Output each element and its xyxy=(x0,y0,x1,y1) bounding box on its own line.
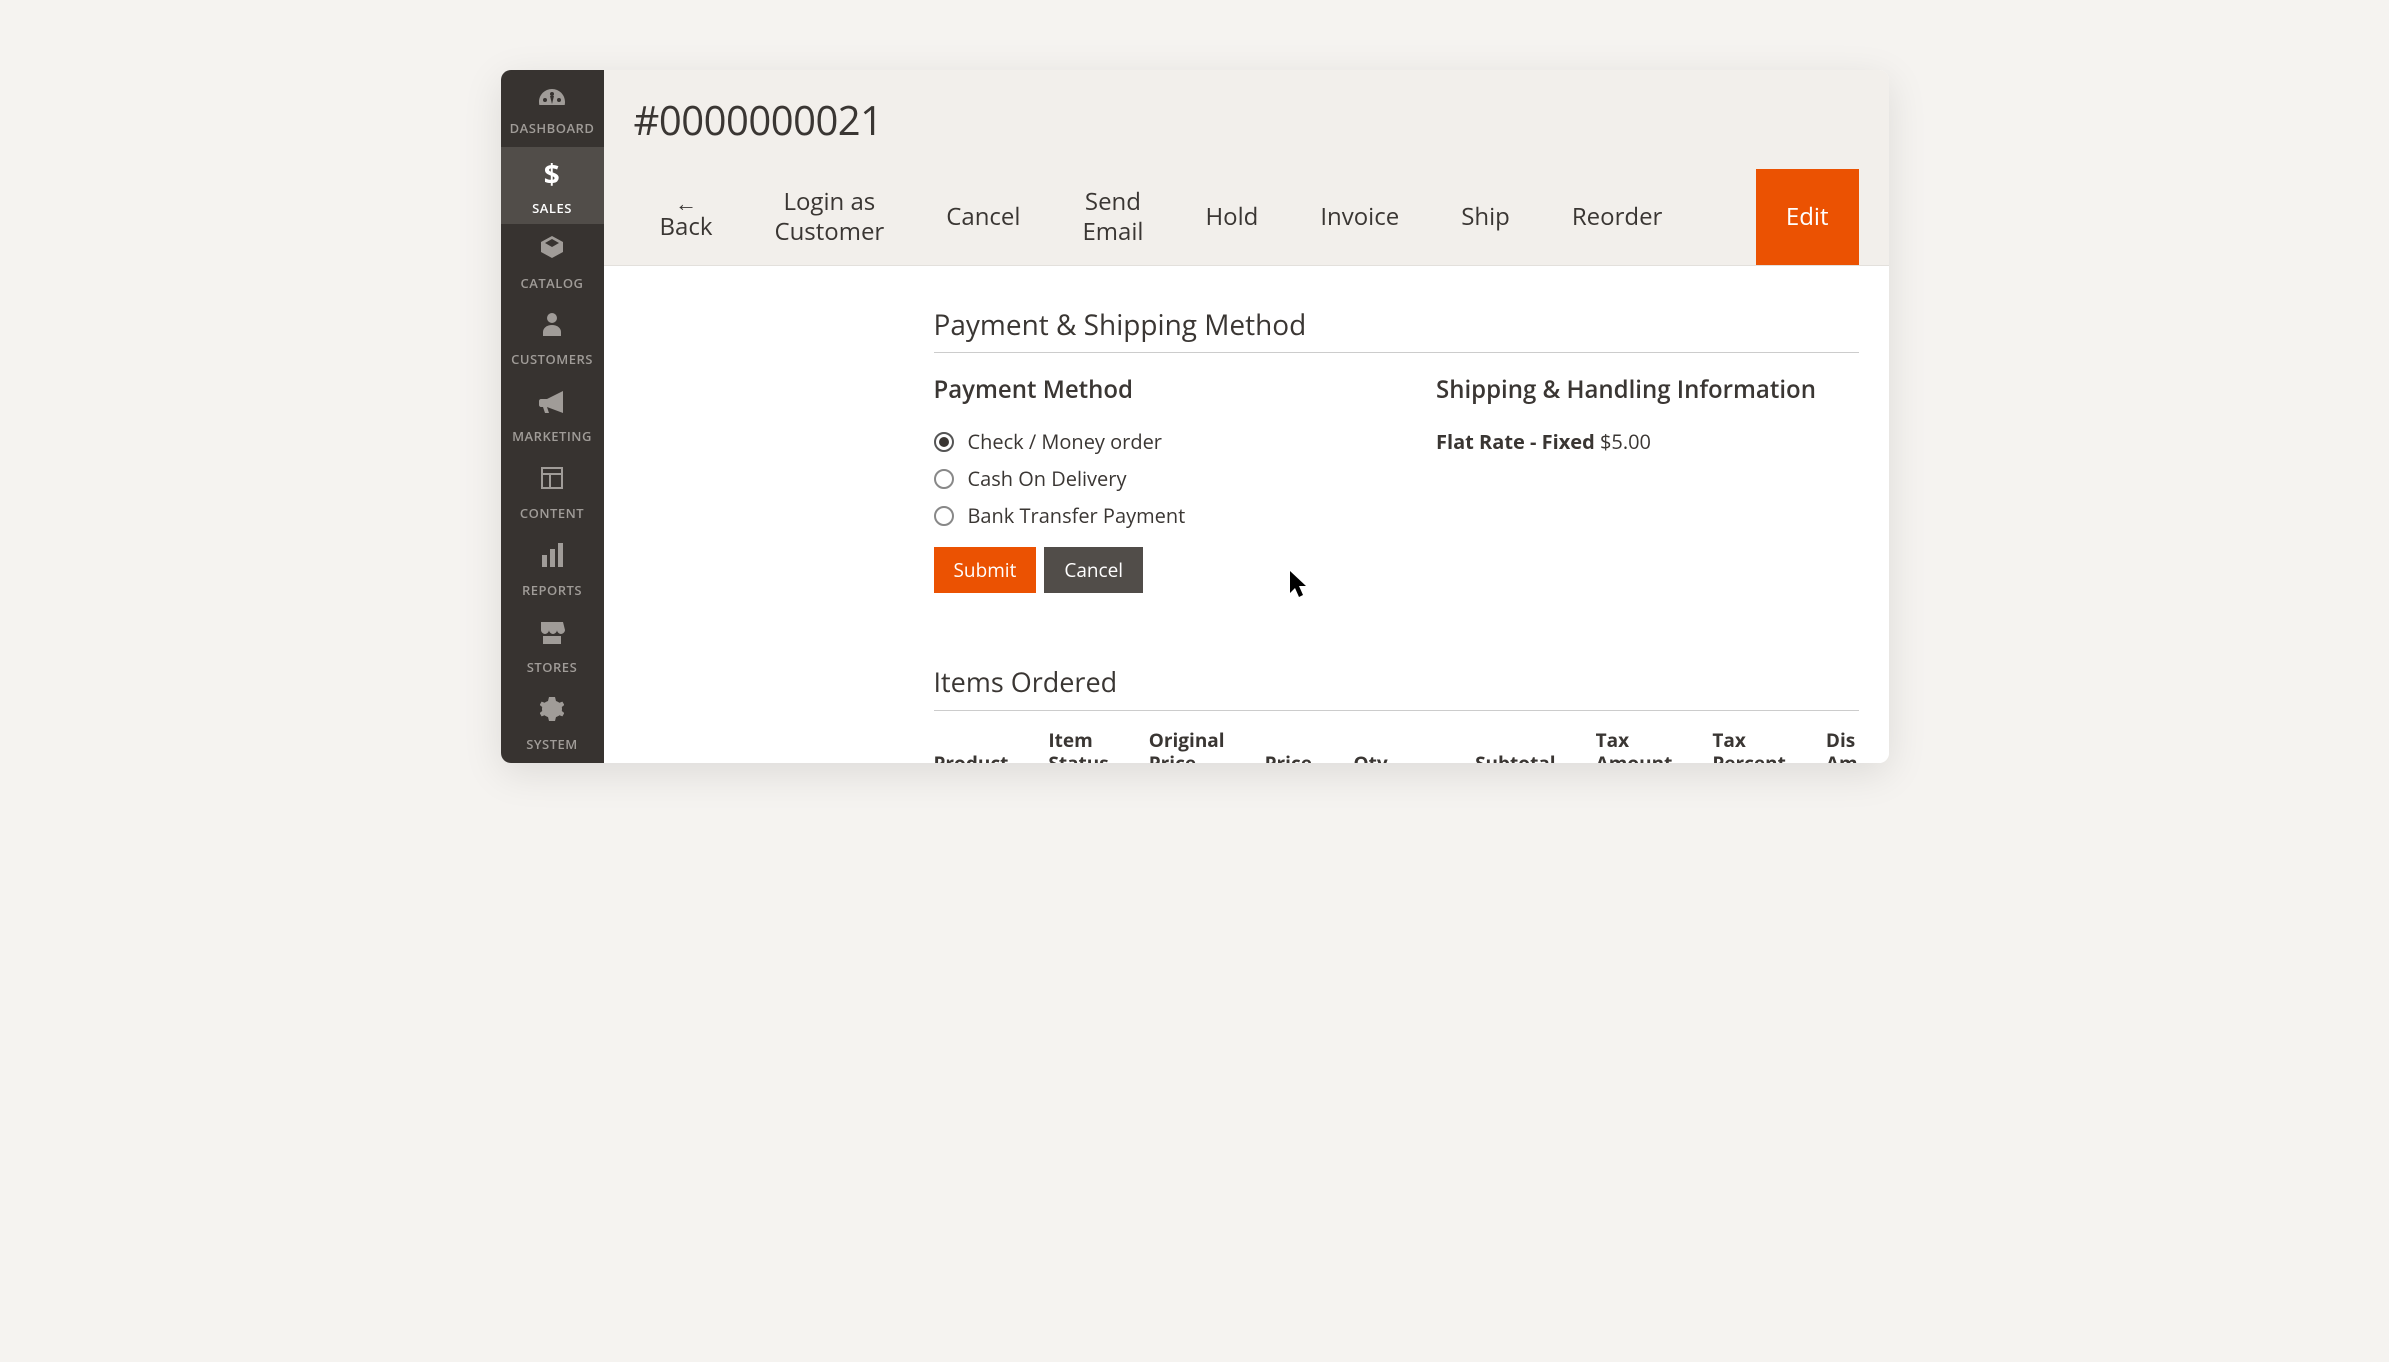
shipping-info: Flat Rate - Fixed $5.00 xyxy=(1436,428,1859,455)
sidebar-item-catalog[interactable]: CATALOG xyxy=(501,224,604,301)
hold-button[interactable]: Hold xyxy=(1179,169,1284,265)
back-button[interactable]: ← Back xyxy=(634,169,739,265)
col-tax-percent: TaxPercent xyxy=(1712,729,1786,763)
payment-column: Payment Method Check / Money order Cash … xyxy=(934,373,1357,593)
login-as-customer-button[interactable]: Login as Customer xyxy=(748,169,910,265)
radio-label: Cash On Delivery xyxy=(968,465,1127,492)
action-bar: ← Back Login as Customer Cancel Send Ema… xyxy=(634,169,1859,265)
sidebar-item-marketing[interactable]: MARKETING xyxy=(501,378,604,455)
send-email-button[interactable]: Send Email xyxy=(1056,169,1169,265)
payment-option-cash-on-delivery[interactable]: Cash On Delivery xyxy=(934,465,1357,492)
cancel-payment-button[interactable]: Cancel xyxy=(1044,547,1143,593)
shipping-method-label: Flat Rate - Fixed xyxy=(1436,428,1595,455)
shipping-column: Shipping & Handling Information Flat Rat… xyxy=(1436,373,1859,593)
items-table-header: Product ItemStatus OriginalPrice Price Q… xyxy=(934,729,1859,763)
megaphone-icon xyxy=(539,388,565,421)
sidebar-item-stores[interactable]: STORES xyxy=(501,609,604,686)
sidebar-item-dashboard[interactable]: DASHBOARD xyxy=(501,70,604,147)
edit-button[interactable]: Edit xyxy=(1756,169,1859,265)
submit-button[interactable]: Submit xyxy=(934,547,1037,593)
payment-method-buttons: Submit Cancel xyxy=(934,547,1357,593)
person-icon xyxy=(542,311,562,344)
col-product: Product xyxy=(934,729,1009,763)
sidebar-label: CONTENT xyxy=(520,504,584,522)
sidebar-item-sales[interactable]: $ SALES xyxy=(501,147,604,224)
dollar-icon: $ xyxy=(544,155,561,193)
col-qty: Qty xyxy=(1354,729,1436,763)
col-subtotal: Subtotal xyxy=(1475,729,1556,763)
chart-icon xyxy=(540,542,564,575)
col-price: Price xyxy=(1265,729,1314,763)
col-item-status: ItemStatus xyxy=(1048,729,1108,763)
cancel-button[interactable]: Cancel xyxy=(920,169,1046,265)
sidebar-item-customers[interactable]: CUSTOMERS xyxy=(501,301,604,378)
ship-button[interactable]: Ship xyxy=(1435,169,1536,265)
shipping-amount: $5.00 xyxy=(1600,428,1651,455)
radio-icon xyxy=(934,506,954,526)
col-original-price: OriginalPrice xyxy=(1149,729,1225,763)
col-tax-amount: TaxAmount xyxy=(1596,729,1673,763)
radio-label: Bank Transfer Payment xyxy=(968,502,1186,529)
sidebar-label: CATALOG xyxy=(520,274,583,292)
dashboard-icon xyxy=(539,80,565,113)
content-area: #0000000021 ← Back Login as Customer Can… xyxy=(604,70,1889,763)
items-ordered-heading: Items Ordered xyxy=(934,663,1859,711)
payment-shipping-columns: Payment Method Check / Money order Cash … xyxy=(934,373,1859,593)
payment-shipping-heading: Payment & Shipping Method xyxy=(934,306,1859,353)
invoice-button[interactable]: Invoice xyxy=(1294,169,1425,265)
sidebar-label: STORES xyxy=(527,658,577,676)
reorder-button[interactable]: Reorder xyxy=(1546,169,1689,265)
catalog-icon xyxy=(539,234,565,268)
col-discount: DisAm xyxy=(1826,729,1859,763)
sidebar-item-reports[interactable]: REPORTS xyxy=(501,532,604,609)
main-panel: Payment & Shipping Method Payment Method… xyxy=(604,266,1889,763)
sidebar-label: MARKETING xyxy=(512,427,592,445)
sidebar-label: DASHBOARD xyxy=(510,119,595,137)
sidebar-label: SYSTEM xyxy=(526,735,578,753)
shipping-heading: Shipping & Handling Information xyxy=(1436,373,1859,406)
radio-icon xyxy=(934,469,954,489)
sidebar-label: CUSTOMERS xyxy=(511,350,593,368)
app-window: DASHBOARD $ SALES CATALOG CUSTOMERS MARK… xyxy=(501,70,1889,763)
radio-icon xyxy=(934,432,954,452)
payment-option-bank-transfer[interactable]: Bank Transfer Payment xyxy=(934,502,1357,529)
gear-icon xyxy=(540,696,564,729)
admin-sidebar: DASHBOARD $ SALES CATALOG CUSTOMERS MARK… xyxy=(501,70,604,763)
sidebar-label: SALES xyxy=(532,199,572,217)
payment-method-heading: Payment Method xyxy=(934,373,1357,406)
store-icon xyxy=(539,619,565,652)
layout-icon xyxy=(540,465,564,498)
page-title: #0000000021 xyxy=(634,92,1859,147)
radio-label: Check / Money order xyxy=(968,428,1162,455)
payment-option-check-money-order[interactable]: Check / Money order xyxy=(934,428,1357,455)
sidebar-label: REPORTS xyxy=(522,581,582,599)
sidebar-item-content[interactable]: CONTENT xyxy=(501,455,604,532)
sidebar-item-system[interactable]: SYSTEM xyxy=(501,686,604,763)
page-header: #0000000021 ← Back Login as Customer Can… xyxy=(604,70,1889,266)
back-label: Back xyxy=(660,212,713,242)
items-ordered-section: Items Ordered Product ItemStatus Origina… xyxy=(934,663,1859,763)
